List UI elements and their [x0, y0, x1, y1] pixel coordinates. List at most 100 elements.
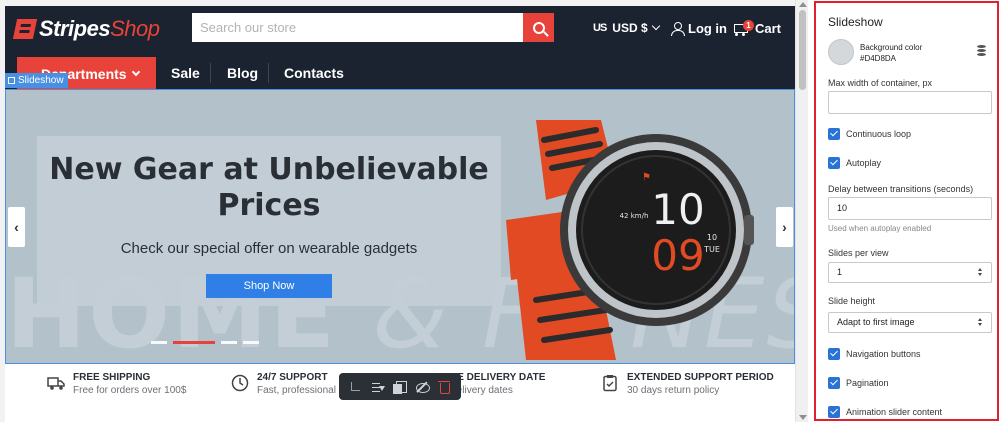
pagination-dot[interactable]: [243, 341, 259, 344]
select-arrows-icon: [978, 268, 983, 278]
background-color-value: #D4D8DA: [860, 54, 897, 63]
pagination-dot[interactable]: [151, 341, 167, 344]
checkbox-checked-icon: [828, 127, 840, 140]
continuous-loop-checkbox[interactable]: Continuous loop: [828, 127, 911, 140]
slideshow-section[interactable]: HOME & FITNESS New Gear at Unbelievable …: [5, 89, 795, 364]
database-icon[interactable]: [977, 45, 986, 56]
truck-icon: [47, 377, 65, 390]
pagination-checkbox[interactable]: Pagination: [828, 376, 889, 389]
shop-now-button[interactable]: Shop Now: [206, 274, 332, 298]
checkbox-label: Autoplay: [846, 157, 882, 168]
section-grip-icon: [8, 77, 15, 84]
main-nav: Departments Sale Blog Contacts: [10, 57, 800, 90]
chevron-down-icon: [131, 67, 140, 76]
hide-icon[interactable]: [415, 380, 430, 394]
cart-icon: 1: [732, 19, 754, 36]
chevron-down-icon: [651, 21, 660, 31]
cart-count-badge: 1: [743, 19, 754, 31]
preview-scrollbar[interactable]: [795, 0, 808, 422]
app-window: StripesShop US USD $ Log in 1: [0, 0, 1000, 422]
delay-input[interactable]: 10: [828, 197, 992, 220]
scrollbar-thumb[interactable]: [799, 10, 806, 90]
feature-description: 30 days return policy: [627, 385, 720, 396]
scroll-up-icon[interactable]: [799, 2, 807, 7]
slide-height-select[interactable]: Adapt to first image: [828, 312, 992, 333]
autoplay-checkbox[interactable]: Autoplay: [828, 156, 881, 169]
nav-link-sale[interactable]: Sale: [171, 65, 200, 81]
select-value: 1: [837, 267, 843, 277]
delete-icon[interactable]: [437, 380, 451, 394]
logo-mark-icon: [12, 19, 38, 39]
slide-height-label: Slide height: [828, 296, 876, 306]
checkbox-label: Navigation buttons: [846, 348, 921, 359]
duplicate-icon[interactable]: [393, 380, 407, 394]
checkbox-checked-icon: [828, 376, 840, 389]
slide-next-button[interactable]: ›: [776, 207, 793, 247]
pagination-dot-active[interactable]: [173, 341, 215, 344]
cart-label: Cart: [755, 20, 782, 36]
nav-link-blog[interactable]: Blog: [227, 65, 258, 81]
checkbox-checked-icon: [828, 347, 840, 360]
settings-panel: Slideshow Background color #D4D8DA Max w…: [814, 1, 999, 421]
section-tag-slideshow[interactable]: Slideshow: [5, 73, 68, 88]
background-color-label: Background color: [860, 43, 923, 52]
flag-icon: US: [593, 22, 607, 34]
select-arrows-icon: [978, 318, 983, 328]
logo-text-secondary: Shop: [110, 16, 160, 41]
watch-crown: [744, 215, 754, 245]
slide-prev-button[interactable]: ‹: [8, 207, 25, 247]
chevron-left-icon: ‹: [14, 219, 19, 235]
store-logo[interactable]: Stripes Shop: [12, 16, 160, 42]
smartwatch-image: ⚑ 10 09 42 km/h 10 TUE: [506, 120, 754, 360]
watch-date: 10: [707, 233, 717, 242]
store-header: StripesShop US USD $ Log in 1: [5, 6, 795, 90]
animation-slider-content-checkbox[interactable]: Animation slider content: [828, 405, 942, 418]
background-color-swatch[interactable]: [828, 39, 854, 65]
navigation-buttons-checkbox[interactable]: Navigation buttons: [828, 347, 921, 360]
checkbox-label: Continuous loop: [846, 128, 912, 139]
chevron-right-icon: ›: [782, 219, 787, 235]
logo-text-primary: Stripes: [39, 16, 111, 41]
slide-subtitle: Check our special offer on wearable gadg…: [120, 240, 418, 257]
max-width-label: Max width of container, px: [828, 78, 933, 88]
section-toolbar: [339, 373, 461, 400]
delay-label: Delay between transitions (seconds): [828, 184, 974, 194]
watch-icon-run: ⚑: [642, 172, 651, 183]
delay-hint: Used when autoplay enabled: [828, 224, 932, 233]
cart-link[interactable]: 1 Cart: [732, 17, 781, 39]
login-label: Log in: [688, 20, 727, 36]
clipboard-check-icon: [603, 375, 617, 392]
clock-icon: [231, 374, 249, 392]
feature-title: Free Shipping: [73, 372, 151, 383]
checkbox-label: Animation slider content: [846, 406, 943, 417]
move-up-icon[interactable]: [349, 380, 363, 394]
nav-divider: [210, 63, 211, 83]
slides-per-view-select[interactable]: 1: [828, 262, 992, 283]
watch-day: TUE: [703, 245, 720, 254]
login-link[interactable]: Log in: [671, 19, 727, 37]
scroll-down-icon[interactable]: [799, 415, 807, 420]
slides-per-view-label: Slides per view: [828, 248, 889, 258]
search-button[interactable]: [523, 13, 554, 42]
watch-minute: 09: [651, 231, 704, 280]
checkbox-label: Pagination: [846, 377, 889, 388]
search-input[interactable]: [192, 13, 523, 42]
store-preview: StripesShop US USD $ Log in 1: [0, 0, 808, 422]
currency-selector[interactable]: US USD $: [593, 19, 660, 37]
reorder-icon[interactable]: [371, 380, 385, 394]
feature-title: 24/7 Support: [257, 372, 328, 383]
search-icon: [532, 21, 545, 34]
nav-divider: [268, 63, 269, 83]
section-tag-label: Slideshow: [18, 75, 64, 86]
panel-title: Slideshow: [828, 15, 883, 29]
slide-title: New Gear at Unbelievable Prices: [49, 152, 489, 223]
currency-label: USD $: [612, 21, 648, 35]
max-width-input[interactable]: [828, 91, 992, 114]
watch-hour: 10: [651, 185, 704, 234]
user-icon: [671, 21, 685, 36]
checkbox-checked-icon: [828, 156, 840, 169]
select-value: Adapt to first image: [837, 317, 915, 327]
pagination-dot[interactable]: [221, 341, 237, 344]
nav-link-contacts[interactable]: Contacts: [284, 65, 344, 81]
feature-description: Free for orders over 100$: [73, 385, 187, 396]
